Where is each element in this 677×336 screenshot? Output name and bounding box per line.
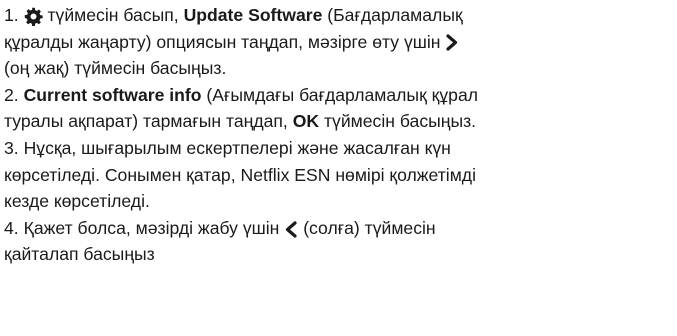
step-3-number: 3. xyxy=(4,137,19,158)
step-4-line-1: 4. Қажет болса, мәзірді жабу үшін (солға… xyxy=(4,215,675,242)
step-1-line-2: құралды жаңарту) опциясын таңдап, мәзірг… xyxy=(4,29,675,56)
step-1-text-a: түймесін басып, xyxy=(47,5,179,25)
step-2-line-2: туралы ақпарат) тармағын таңдап, OK түйм… xyxy=(4,108,675,135)
step-4-number: 4. xyxy=(4,217,19,238)
step-1-line-3: (оң жақ) түймесін басыңыз. xyxy=(4,55,675,82)
step-1-text-d: (оң жақ) түймесін басыңыз. xyxy=(4,58,227,79)
step-2-text-c: түймесін басыңыз. xyxy=(323,111,477,132)
step-3-text-b: көрсетіледі. Сонымен қатар, Netflix ESN … xyxy=(4,164,476,185)
step-4-line-2: қайталап басыңыз xyxy=(4,241,675,268)
chevron-left-icon xyxy=(284,220,298,238)
step-2-line-1: 2. Current software info (Ағымдағы бағда… xyxy=(4,82,675,109)
step-2-text-b: туралы ақпарат) тармағын таңдап, xyxy=(4,111,288,132)
gear-icon xyxy=(24,7,43,26)
step-3-line-2: көрсетіледі. Сонымен қатар, Netflix ESN … xyxy=(4,162,675,189)
step-1-number: 1. xyxy=(4,5,19,25)
step-3-text-c: кезде көрсетіледі. xyxy=(4,191,150,212)
instructions-document: 1. түймесін басып, Update Software (Бағд… xyxy=(0,0,677,336)
step-2-text-a: (Ағымдағы бағдарламалық құрал xyxy=(206,84,478,105)
step-4-text-c: қайталап басыңыз xyxy=(4,244,155,265)
step-1-line-1: 1. түймесін басып, Update Software (Бағд… xyxy=(4,2,675,29)
chevron-right-icon xyxy=(445,34,459,52)
step-1-text-b: (Бағдарламалық xyxy=(327,5,463,25)
ok-label: OK xyxy=(292,111,320,132)
update-software-label: Update Software xyxy=(183,5,323,25)
step-2-number: 2. xyxy=(4,84,19,105)
step-4-text-b: (солға) түймесін xyxy=(303,217,436,238)
step-3-line-3: кезде көрсетіледі. xyxy=(4,188,675,215)
step-3-line-1: 3. Нұсқа, шығарылым ескертпелері және жа… xyxy=(4,135,675,162)
step-3-text-a: Нұсқа, шығарылым ескертпелері және жасал… xyxy=(23,137,451,158)
current-software-info-label: Current software info xyxy=(23,84,202,105)
step-4-text-a: Қажет болса, мәзірді жабу үшін xyxy=(23,217,280,238)
step-1-text-c: құралды жаңарту) опциясын таңдап, мәзірг… xyxy=(4,31,441,52)
